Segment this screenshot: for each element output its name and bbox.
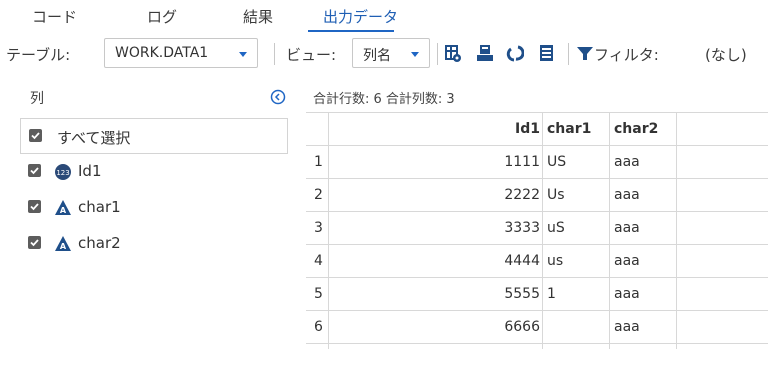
column-label: char1 xyxy=(78,198,121,216)
active-tab-indicator xyxy=(308,30,394,32)
svg-text:A: A xyxy=(60,242,67,251)
row-details-icon[interactable] xyxy=(538,43,556,63)
columns-panel-header: 列 xyxy=(0,88,300,110)
column-label: char2 xyxy=(78,234,121,252)
filter-label[interactable]: フィルタ: xyxy=(594,44,659,65)
column-header-id1[interactable]: Id1 xyxy=(330,113,540,146)
column-item-char1[interactable]: A char1 xyxy=(28,196,288,220)
row-number: 5 xyxy=(314,286,323,302)
table-select[interactable]: WORK.DATA1 xyxy=(104,38,258,68)
select-all-row[interactable]: すべて選択 xyxy=(20,118,288,154)
view-select[interactable]: 列名 xyxy=(352,38,430,68)
cell-char2: aaa xyxy=(614,154,640,170)
toolbar-divider xyxy=(568,43,569,65)
cell-char1: uS xyxy=(547,220,565,236)
cell-char2: aaa xyxy=(614,220,640,236)
cell-char1: us xyxy=(547,253,564,269)
table-select-value: WORK.DATA1 xyxy=(115,45,209,61)
toolbar-divider xyxy=(274,43,275,65)
tab-log[interactable]: ログ xyxy=(147,6,177,27)
table-row[interactable]: 6 6666 aaa xyxy=(306,311,768,344)
cell-id1: 3333 xyxy=(504,220,540,236)
column-label: Id1 xyxy=(78,162,102,180)
cell-id1: 2222 xyxy=(504,187,540,203)
grid-summary: 合計行数: 6 合計列数: 3 xyxy=(313,92,455,107)
row-number: 1 xyxy=(314,154,323,170)
cell-char2: aaa xyxy=(614,187,640,203)
table-row[interactable]: 2 2222 Us aaa xyxy=(306,179,768,212)
chevron-down-icon xyxy=(411,52,419,57)
column-checkbox[interactable] xyxy=(28,236,41,249)
chevron-down-icon xyxy=(239,52,247,57)
filter-icon[interactable] xyxy=(576,43,594,63)
table-row[interactable]: 1 1111 US aaa xyxy=(306,146,768,179)
tab-bar: コード ログ 結果 出力データ xyxy=(0,0,768,34)
svg-text:123: 123 xyxy=(56,169,69,177)
toolbar-divider xyxy=(437,43,438,65)
row-number: 4 xyxy=(314,253,323,269)
cell-char2: aaa xyxy=(614,253,640,269)
export-icon[interactable] xyxy=(476,43,494,63)
cell-id1: 4444 xyxy=(504,253,540,269)
cell-char2: aaa xyxy=(614,319,640,335)
column-checkbox[interactable] xyxy=(28,164,41,177)
table-label: テーブル: xyxy=(6,46,71,64)
cell-char1: 1 xyxy=(547,286,556,302)
tab-results[interactable]: 結果 xyxy=(243,6,273,27)
refresh-icon[interactable] xyxy=(506,43,525,63)
row-number: 2 xyxy=(314,187,323,203)
numeric-icon: 123 xyxy=(54,163,72,181)
header-row: Id1 char1 char2 xyxy=(306,113,768,146)
column-item-id1[interactable]: 123 Id1 xyxy=(28,160,288,184)
column-header-char2[interactable]: char2 xyxy=(614,113,658,146)
table-row[interactable]: 4 4444 us aaa xyxy=(306,245,768,278)
data-grid: Id1 char1 char2 1 1111 US aaa 2 2222 Us … xyxy=(306,112,768,349)
column-item-char2[interactable]: A char2 xyxy=(28,232,288,256)
table-row[interactable]: 3 3333 uS aaa xyxy=(306,212,768,245)
toolbar: テーブル: WORK.DATA1 ビュー: 列名 フィルタ: (なし) xyxy=(0,34,768,74)
svg-text:A: A xyxy=(60,206,67,215)
cell-id1: 6666 xyxy=(504,319,540,335)
columns-panel-title: 列 xyxy=(30,91,44,107)
collapse-left-icon[interactable] xyxy=(270,89,286,105)
view-label: ビュー: xyxy=(286,46,337,64)
row-number: 6 xyxy=(314,319,323,335)
tab-output-data[interactable]: 出力データ xyxy=(323,6,398,27)
select-all-checkbox[interactable] xyxy=(29,129,42,142)
select-all-label: すべて選択 xyxy=(57,129,131,147)
table-row[interactable]: 5 5555 1 aaa xyxy=(306,278,768,311)
character-icon: A xyxy=(54,199,72,217)
tab-code[interactable]: コード xyxy=(32,6,77,27)
view-select-value: 列名 xyxy=(363,48,391,64)
row-number: 3 xyxy=(314,220,323,236)
cell-char1: US xyxy=(547,154,567,170)
filter-value: (なし) xyxy=(705,46,747,64)
cell-id1: 1111 xyxy=(504,154,540,170)
cell-char2: aaa xyxy=(614,286,640,302)
cell-char1: Us xyxy=(547,187,565,203)
cell-id1: 5555 xyxy=(504,286,540,302)
column-header-char1[interactable]: char1 xyxy=(547,113,591,146)
table-properties-icon[interactable] xyxy=(444,43,462,63)
character-icon: A xyxy=(54,235,72,253)
column-checkbox[interactable] xyxy=(28,200,41,213)
